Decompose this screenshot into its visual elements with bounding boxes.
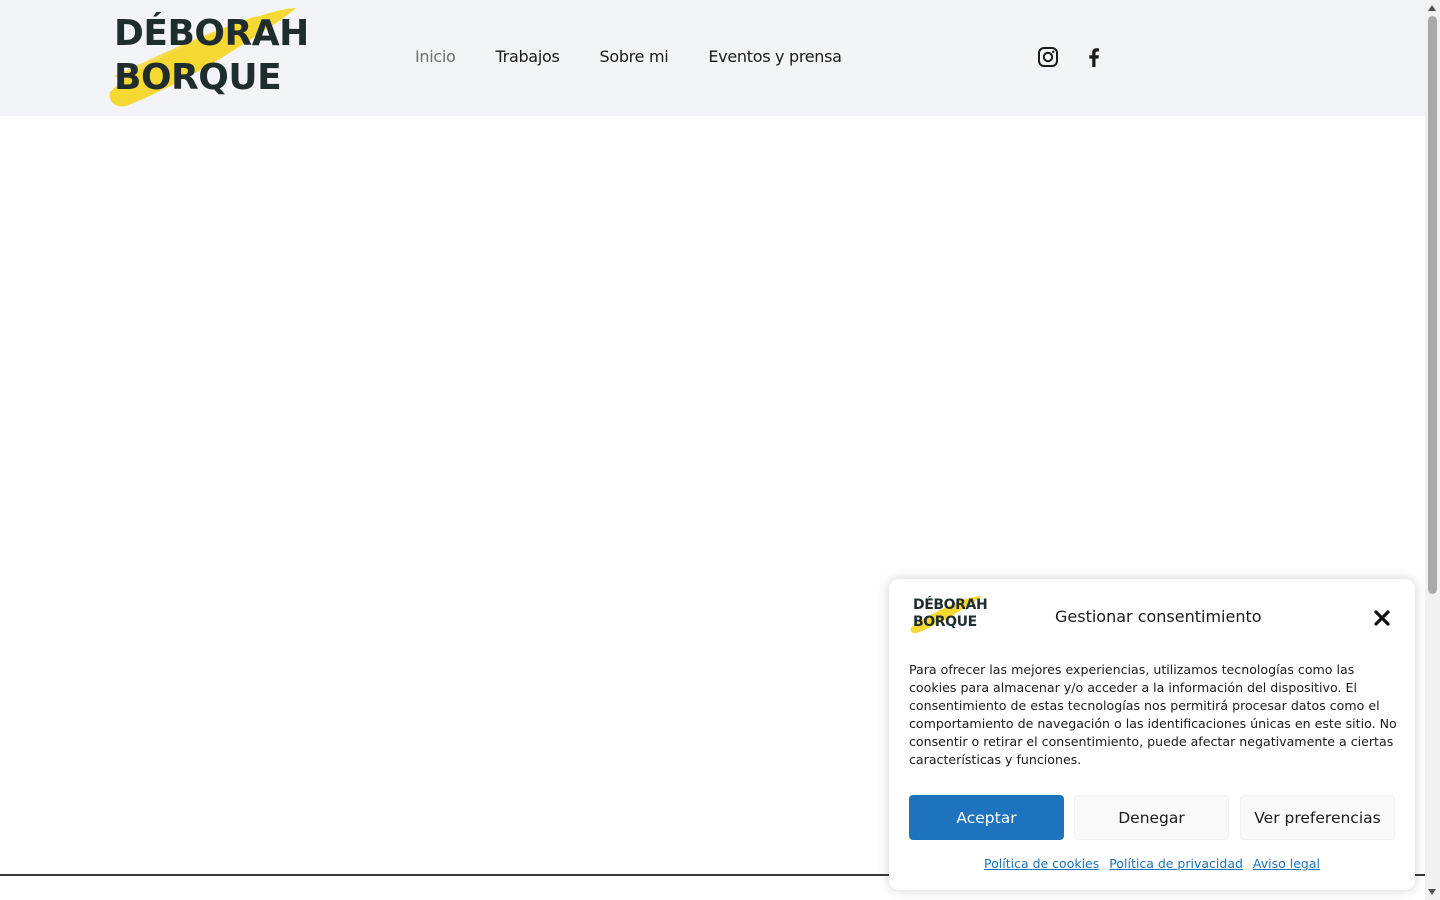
nav-item-sobre-mi[interactable]: Sobre mi (599, 44, 668, 70)
consent-message: Para ofrecer las mejores experiencias, u… (909, 662, 1397, 767)
consent-logo-text: DÉBORAH BORQUE (913, 597, 988, 631)
logo-text: DÉBORAH BORQUE (114, 12, 309, 100)
consent-logo: DÉBORAH BORQUE (909, 595, 988, 635)
site-logo[interactable]: DÉBORAH BORQUE (106, 6, 309, 110)
legal-notice-link[interactable]: Aviso legal (1253, 856, 1320, 871)
view-preferences-button[interactable]: Ver preferencias (1240, 795, 1395, 840)
main-nav: Inicio Trabajos Sobre mi Eventos y prens… (415, 44, 842, 70)
facebook-icon[interactable] (1083, 46, 1105, 68)
logo-line-1: DÉBORAH (114, 13, 309, 54)
site-header: DÉBORAH BORQUE Inicio Trabajos Sobre mi … (0, 0, 1425, 116)
accept-button[interactable]: Aceptar (909, 795, 1064, 840)
page-scrollbar[interactable] (1425, 0, 1440, 900)
deny-button[interactable]: Denegar (1074, 795, 1229, 840)
scroll-down-arrow-icon[interactable] (1428, 889, 1436, 895)
privacy-policy-link[interactable]: Política de privacidad (1109, 856, 1243, 871)
scrollbar-thumb[interactable] (1428, 16, 1437, 594)
nav-item-inicio[interactable]: Inicio (415, 44, 456, 70)
consent-policy-links: Política de cookies Política de privacid… (889, 856, 1415, 871)
cookie-policy-link[interactable]: Política de cookies (984, 856, 1099, 871)
nav-item-trabajos[interactable]: Trabajos (496, 44, 560, 70)
consent-logo-line-2: BORQUE (913, 614, 977, 630)
scroll-up-arrow-icon[interactable] (1428, 5, 1436, 11)
instagram-icon[interactable] (1037, 46, 1059, 68)
consent-title: Gestionar consentimiento (1055, 607, 1262, 626)
cookie-consent-dialog: DÉBORAH BORQUE Gestionar consentimiento … (889, 579, 1415, 890)
close-icon[interactable] (1373, 609, 1391, 627)
logo-line-2: BORQUE (114, 57, 282, 98)
nav-item-eventos-y-prensa[interactable]: Eventos y prensa (708, 44, 842, 70)
consent-logo-line-1: DÉBORAH (913, 597, 988, 613)
